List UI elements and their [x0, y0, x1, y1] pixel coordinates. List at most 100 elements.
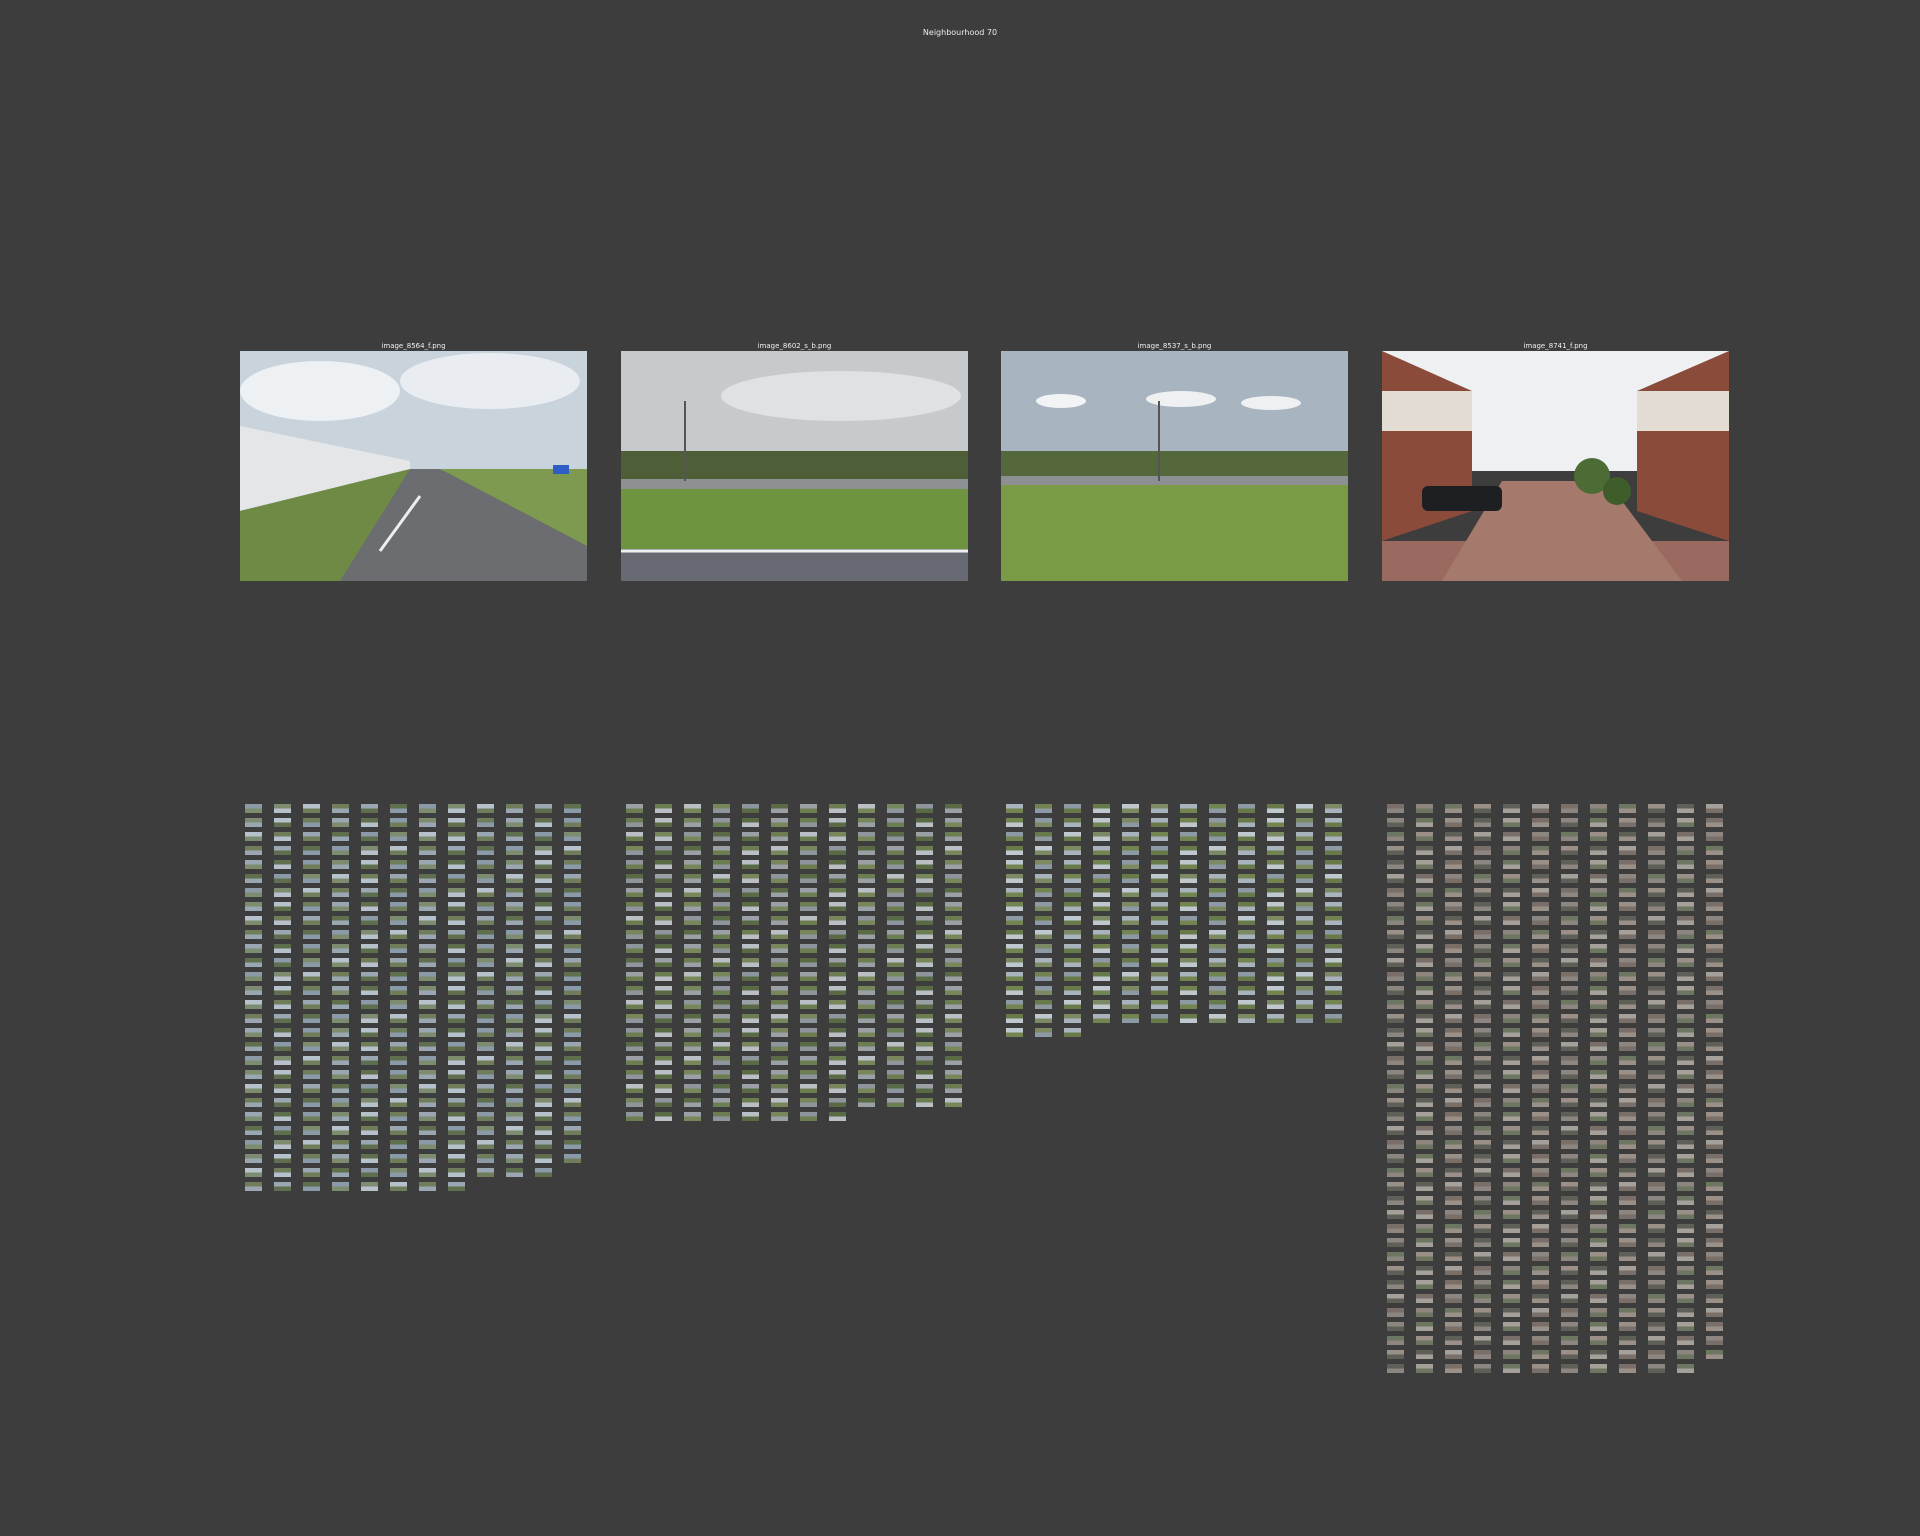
- thumbnail-tile[interactable]: [1561, 1350, 1578, 1359]
- thumbnail-tile[interactable]: [1619, 804, 1636, 813]
- thumbnail-tile[interactable]: [1093, 846, 1110, 855]
- thumbnail-tile[interactable]: [1006, 874, 1023, 883]
- thumbnail-tile[interactable]: [477, 958, 494, 967]
- thumbnail-tile[interactable]: [829, 846, 846, 855]
- thumbnail-tile[interactable]: [1677, 888, 1694, 897]
- thumbnail-tile[interactable]: [1267, 804, 1284, 813]
- featured-image-4[interactable]: image_8741_f.png: [1382, 341, 1729, 581]
- thumbnail-tile[interactable]: [245, 1098, 262, 1107]
- thumbnail-tile[interactable]: [1619, 986, 1636, 995]
- thumbnail-tile[interactable]: [1474, 902, 1491, 911]
- thumbnail-tile[interactable]: [887, 902, 904, 911]
- thumbnail-tile[interactable]: [1180, 930, 1197, 939]
- thumbnail-tile[interactable]: [887, 1070, 904, 1079]
- thumbnail-tile[interactable]: [1387, 1224, 1404, 1233]
- thumbnail-tile[interactable]: [1561, 804, 1578, 813]
- thumbnail-tile[interactable]: [1590, 972, 1607, 981]
- thumbnail-tile[interactable]: [1648, 1126, 1665, 1135]
- thumbnail-tile[interactable]: [1209, 874, 1226, 883]
- thumbnail-tile[interactable]: [1445, 1336, 1462, 1345]
- thumbnail-tile[interactable]: [1209, 804, 1226, 813]
- thumbnail-tile[interactable]: [771, 1084, 788, 1093]
- thumbnail-tile[interactable]: [916, 930, 933, 939]
- thumbnail-tile[interactable]: [742, 874, 759, 883]
- thumbnail-tile[interactable]: [1532, 1294, 1549, 1303]
- thumbnail-tile[interactable]: [535, 804, 552, 813]
- thumbnail-tile[interactable]: [477, 916, 494, 925]
- thumbnail-tile[interactable]: [1006, 888, 1023, 897]
- thumbnail-tile[interactable]: [771, 1000, 788, 1009]
- thumbnail-tile[interactable]: [887, 1056, 904, 1065]
- thumbnail-tile[interactable]: [1532, 1238, 1549, 1247]
- thumbnail-tile[interactable]: [1706, 1140, 1723, 1149]
- thumbnail-tile[interactable]: [1561, 1238, 1578, 1247]
- thumbnail-tile[interactable]: [390, 930, 407, 939]
- thumbnail-tile[interactable]: [1590, 1014, 1607, 1023]
- thumbnail-tile[interactable]: [506, 1000, 523, 1009]
- thumbnail-tile[interactable]: [506, 958, 523, 967]
- thumbnail-tile[interactable]: [477, 1084, 494, 1093]
- thumbnail-tile[interactable]: [626, 1084, 643, 1093]
- thumbnail-tile[interactable]: [535, 1028, 552, 1037]
- thumbnail-tile[interactable]: [1035, 930, 1052, 939]
- thumbnail-tile[interactable]: [535, 902, 552, 911]
- thumbnail-tile[interactable]: [390, 1098, 407, 1107]
- thumbnail-tile[interactable]: [332, 1028, 349, 1037]
- thumbnail-tile[interactable]: [1474, 1084, 1491, 1093]
- thumbnail-tile[interactable]: [390, 1056, 407, 1065]
- thumbnail-tile[interactable]: [1267, 846, 1284, 855]
- thumbnail-tile[interactable]: [1387, 972, 1404, 981]
- thumbnail-tile[interactable]: [1387, 1140, 1404, 1149]
- thumbnail-tile[interactable]: [771, 818, 788, 827]
- thumbnail-tile[interactable]: [945, 972, 962, 981]
- thumbnail-tile[interactable]: [1122, 930, 1139, 939]
- thumbnail-tile[interactable]: [713, 860, 730, 869]
- thumbnail-tile[interactable]: [1532, 860, 1549, 869]
- thumbnail-tile[interactable]: [1503, 846, 1520, 855]
- thumbnail-tile[interactable]: [1677, 1196, 1694, 1205]
- thumbnail-tile[interactable]: [1209, 846, 1226, 855]
- thumbnail-tile[interactable]: [945, 860, 962, 869]
- thumbnail-tile[interactable]: [274, 1070, 291, 1079]
- thumbnail-tile[interactable]: [626, 874, 643, 883]
- thumbnail-tile[interactable]: [245, 1168, 262, 1177]
- thumbnail-tile[interactable]: [1093, 902, 1110, 911]
- thumbnail-tile[interactable]: [1445, 1224, 1462, 1233]
- thumbnail-tile[interactable]: [1238, 818, 1255, 827]
- thumbnail-tile[interactable]: [535, 874, 552, 883]
- thumbnail-tile[interactable]: [1387, 1280, 1404, 1289]
- thumbnail-tile[interactable]: [332, 1000, 349, 1009]
- thumbnail-tile[interactable]: [564, 1154, 581, 1163]
- thumbnail-tile[interactable]: [535, 1154, 552, 1163]
- thumbnail-tile[interactable]: [361, 860, 378, 869]
- thumbnail-tile[interactable]: [506, 1014, 523, 1023]
- thumbnail-tile[interactable]: [1474, 804, 1491, 813]
- thumbnail-tile[interactable]: [1445, 1182, 1462, 1191]
- thumbnail-tile[interactable]: [1590, 804, 1607, 813]
- thumbnail-tile[interactable]: [1532, 1014, 1549, 1023]
- thumbnail-tile[interactable]: [1445, 958, 1462, 967]
- thumbnail-tile[interactable]: [858, 902, 875, 911]
- thumbnail-tile[interactable]: [1064, 846, 1081, 855]
- thumbnail-tile[interactable]: [419, 1182, 436, 1191]
- thumbnail-tile[interactable]: [1590, 1182, 1607, 1191]
- thumbnail-tile[interactable]: [419, 818, 436, 827]
- thumbnail-tile[interactable]: [1325, 1000, 1342, 1009]
- thumbnail-tile[interactable]: [1035, 804, 1052, 813]
- thumbnail-tile[interactable]: [1387, 1126, 1404, 1135]
- thumbnail-tile[interactable]: [1677, 1364, 1694, 1373]
- thumbnail-tile[interactable]: [245, 1126, 262, 1135]
- thumbnail-tile[interactable]: [1590, 1042, 1607, 1051]
- thumbnail-tile[interactable]: [303, 1042, 320, 1051]
- thumbnail-tile[interactable]: [945, 818, 962, 827]
- thumbnail-tile[interactable]: [1325, 916, 1342, 925]
- thumbnail-tile[interactable]: [858, 1000, 875, 1009]
- thumbnail-tile[interactable]: [771, 972, 788, 981]
- thumbnail-tile[interactable]: [1209, 818, 1226, 827]
- thumbnail-tile[interactable]: [1561, 1322, 1578, 1331]
- thumbnail-tile[interactable]: [303, 1056, 320, 1065]
- thumbnail-tile[interactable]: [1387, 832, 1404, 841]
- thumbnail-tile[interactable]: [274, 944, 291, 953]
- thumbnail-tile[interactable]: [1474, 1252, 1491, 1261]
- thumbnail-tile[interactable]: [245, 818, 262, 827]
